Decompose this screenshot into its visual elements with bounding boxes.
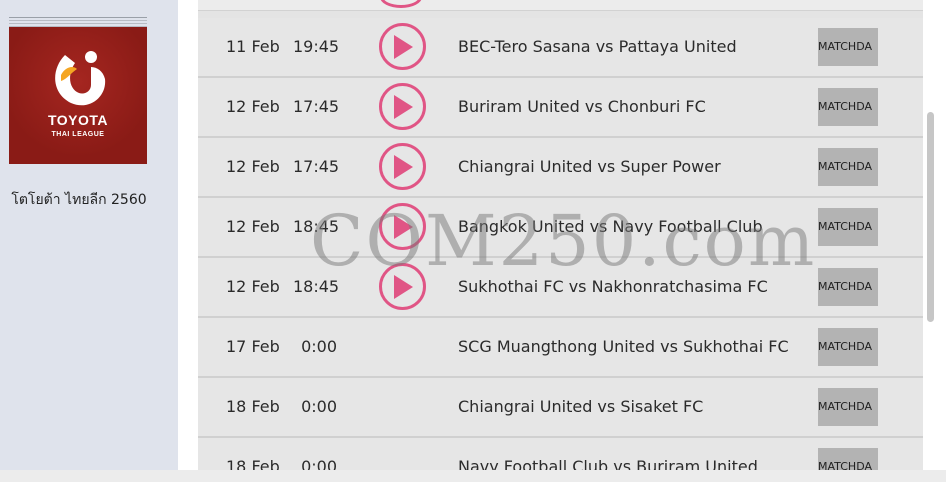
match-date: 18 Feb — [226, 397, 280, 416]
gutter — [178, 0, 198, 470]
play-icon[interactable] — [379, 143, 426, 190]
thai-league-emblem-icon — [55, 51, 106, 106]
match-title[interactable]: Navy Football Club vs Buriram United — [458, 438, 758, 470]
match-title[interactable]: SCG Muangthong United vs Sukhothai FC — [458, 318, 789, 376]
match-title[interactable]: Chiangrai United vs Super Power — [458, 138, 721, 196]
play-icon[interactable] — [379, 203, 426, 250]
match-row[interactable]: 12 Feb 17:45 Chiangrai United vs Super Pow… — [198, 138, 923, 198]
logo-subtitle: THAI LEAGUE — [51, 131, 105, 138]
matchday-button[interactable]: MATCHDA — [818, 88, 878, 126]
matchday-button[interactable]: MATCHDA — [818, 388, 878, 426]
match-row[interactable]: 12 Feb 17:45 Buriram United vs Chonburi FC… — [198, 78, 923, 138]
play-icon[interactable] — [380, 0, 422, 8]
scrollbar-thumb[interactable] — [927, 112, 934, 322]
match-time: 0:00 — [301, 337, 337, 356]
match-title[interactable]: Sukhothai FC vs Nakhonratchasima FC — [458, 258, 768, 316]
match-time: 19:45 — [293, 37, 340, 56]
match-row[interactable]: 18 Feb 0:00 Navy Football Club vs Buriram … — [198, 438, 923, 470]
play-icon[interactable] — [379, 83, 426, 130]
matchday-button[interactable]: MATCHDA — [818, 208, 878, 246]
match-date: 17 Feb — [226, 337, 280, 356]
match-row[interactable]: 12 Feb 18:45 Sukhothai FC vs Nakhonratchas… — [198, 258, 923, 318]
play-icon[interactable] — [379, 23, 426, 70]
match-list: 11 Feb 19:45 BEC-Tero Sasana vs Pattaya Un… — [198, 0, 923, 470]
match-title[interactable]: BEC-Tero Sasana vs Pattaya United — [458, 18, 737, 76]
match-time: 0:00 — [301, 457, 337, 470]
match-time: 18:45 — [293, 217, 340, 236]
match-date: 12 Feb — [226, 217, 280, 236]
matchday-button[interactable]: MATCHDA — [818, 28, 878, 66]
matchday-button[interactable]: MATCHDA — [818, 328, 878, 366]
match-title[interactable]: Chiangrai United vs Sisaket FC — [458, 378, 703, 436]
match-time: 0:00 — [301, 397, 337, 416]
match-date: 12 Feb — [226, 277, 280, 296]
league-caption[interactable]: โตโยต้า ไทยลีก 2560 — [0, 189, 158, 211]
play-icon[interactable] — [379, 263, 426, 310]
match-row[interactable]: 11 Feb 19:45 BEC-Tero Sasana vs Pattaya Un… — [198, 18, 923, 78]
logo-title: TOYOTA — [47, 112, 109, 128]
match-date: 12 Feb — [226, 157, 280, 176]
match-time: 17:45 — [293, 97, 340, 116]
match-row[interactable]: 12 Feb 18:45 Bangkok United vs Navy Footba… — [198, 198, 923, 258]
match-time: 17:45 — [293, 157, 340, 176]
league-logo[interactable]: TOYOTA THAI LEAGUE — [9, 27, 147, 164]
match-row[interactable]: 18 Feb 0:00 Chiangrai United vs Sisaket FC… — [198, 378, 923, 438]
match-time: 18:45 — [293, 277, 340, 296]
horizontal-scrollbar[interactable] — [0, 470, 946, 482]
match-date: 11 Feb — [226, 37, 280, 56]
matchday-button[interactable]: MATCHDA — [818, 148, 878, 186]
match-date: 18 Feb — [226, 457, 280, 470]
list-top-strip — [198, 0, 923, 11]
matchday-button[interactable]: MATCHDA — [818, 448, 878, 470]
match-row[interactable]: 17 Feb 0:00 SCG Muangthong United vs Sukho… — [198, 318, 923, 378]
match-title[interactable]: Bangkok United vs Navy Football Club — [458, 198, 763, 256]
match-title[interactable]: Buriram United vs Chonburi FC — [458, 78, 706, 136]
sidebar: TOYOTA THAI LEAGUE โตโยต้า ไทยลีก 2560 — [0, 0, 178, 470]
matchday-button[interactable]: MATCHDA — [818, 268, 878, 306]
match-date: 12 Feb — [226, 97, 280, 116]
